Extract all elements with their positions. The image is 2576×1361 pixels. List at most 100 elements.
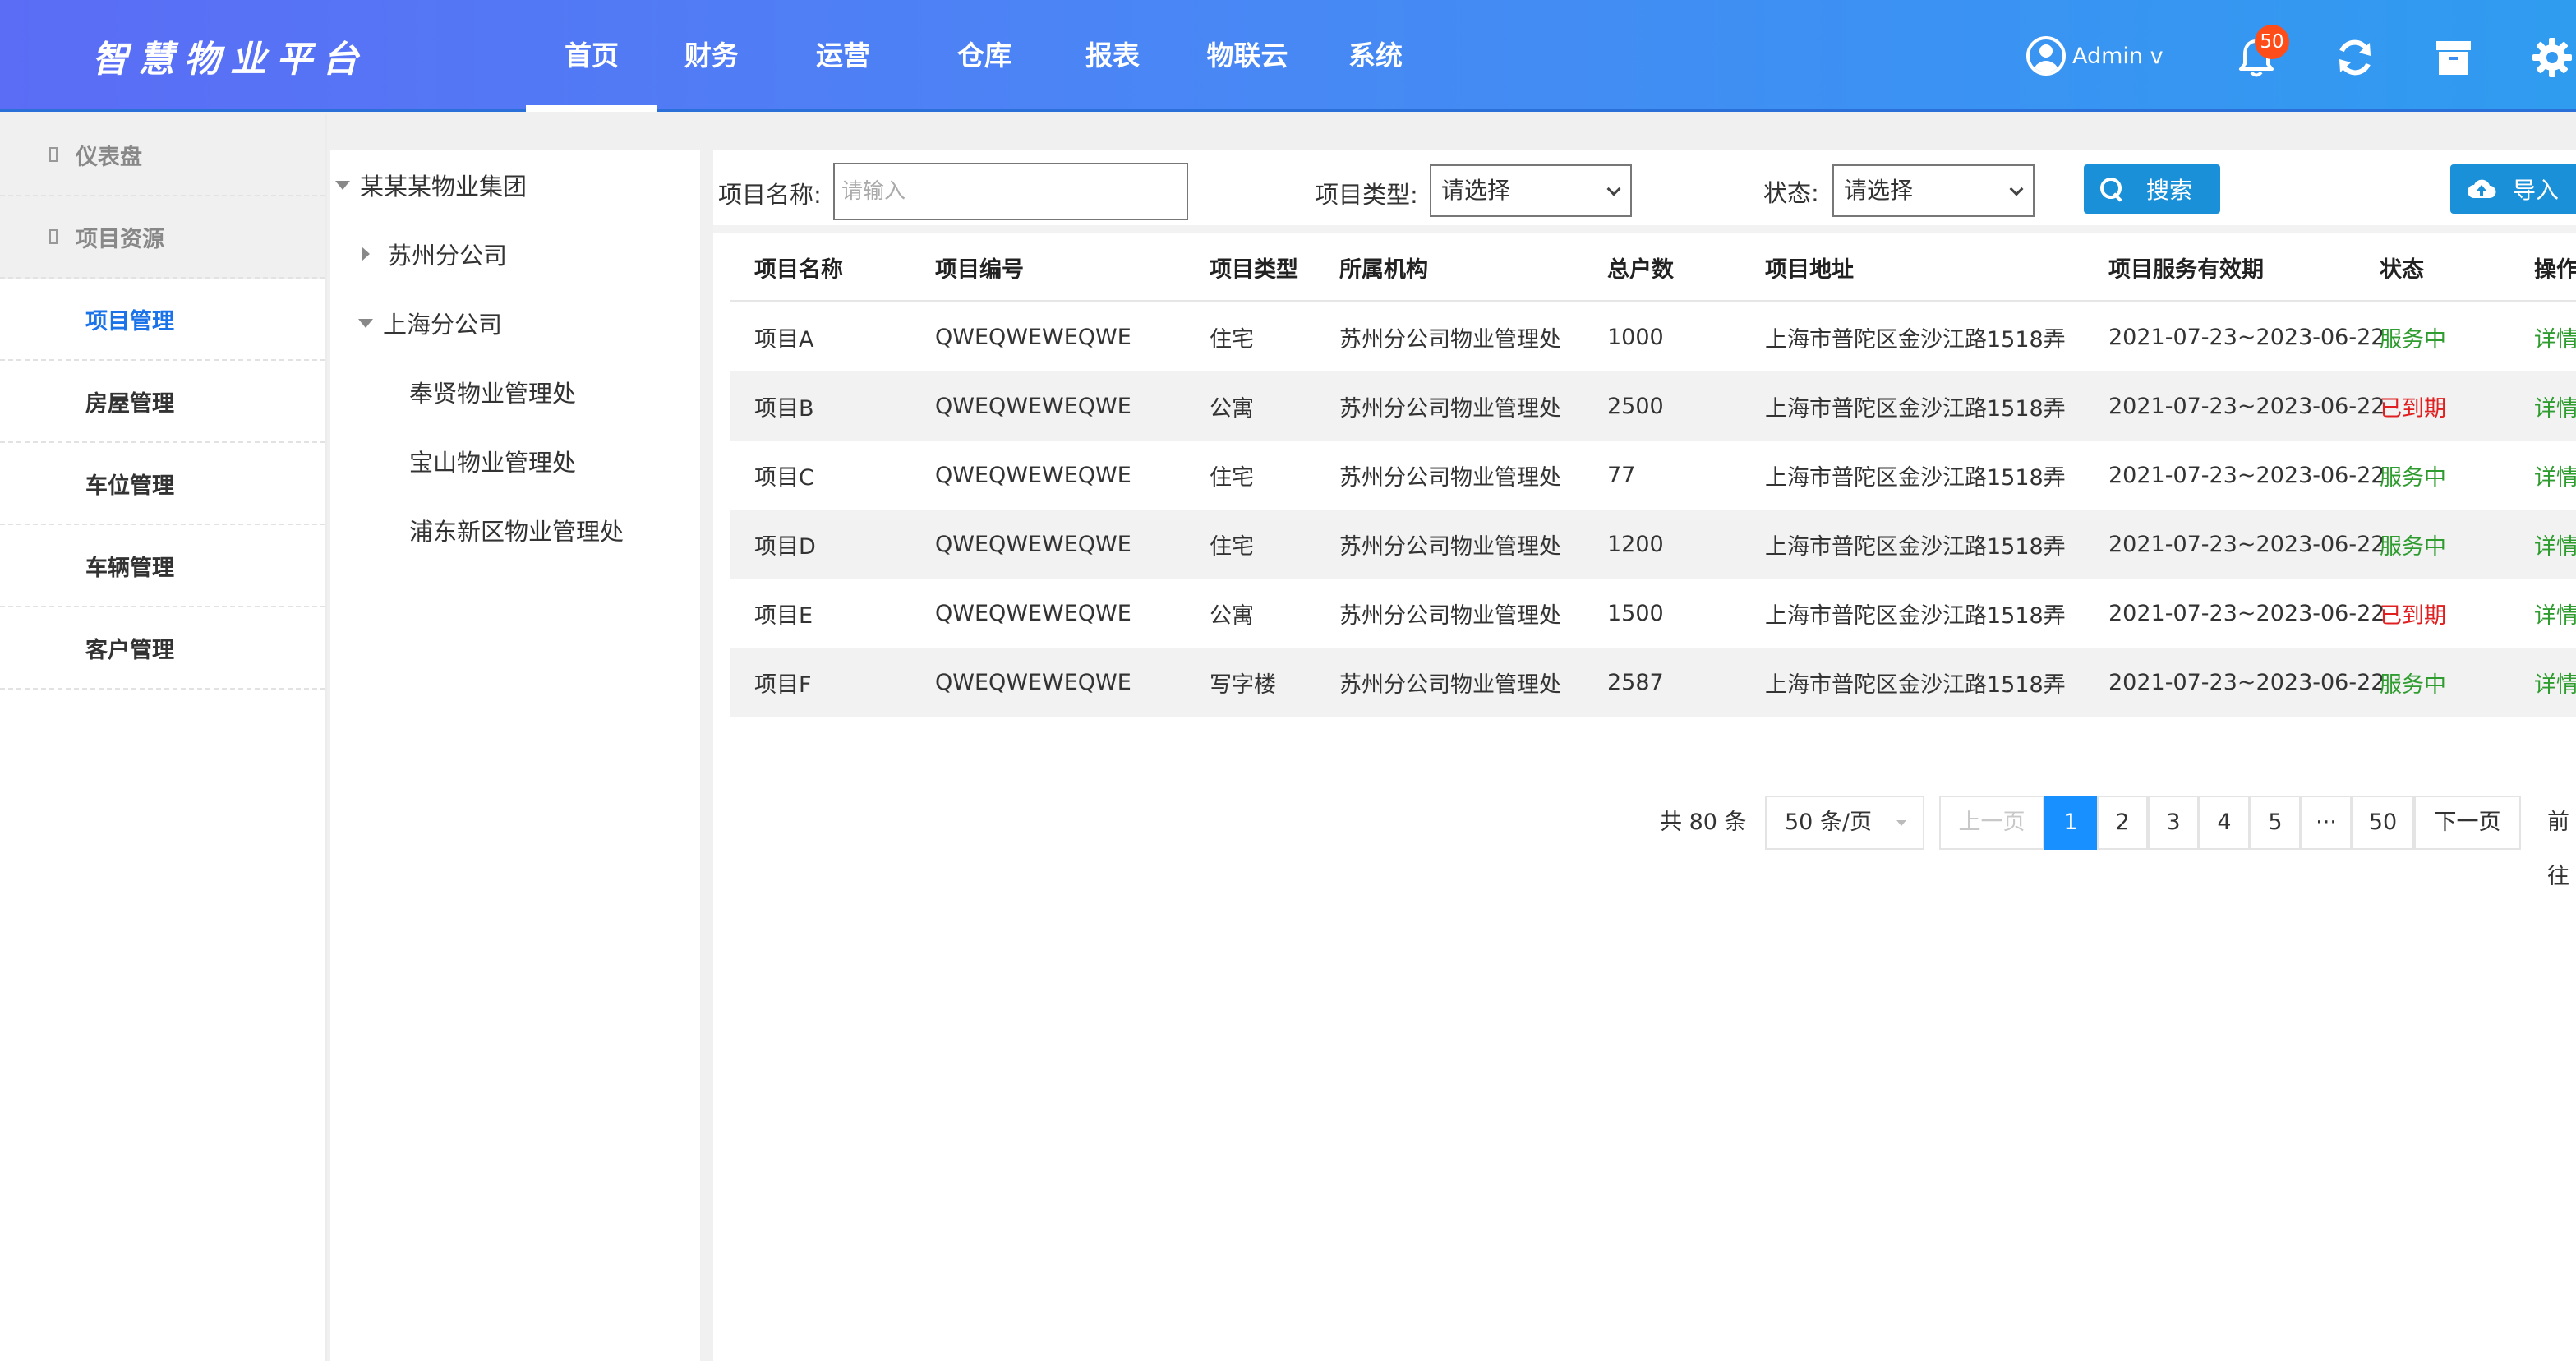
table-row[interactable]: 项目F QWEQWEWEQWE 写字楼 苏州分公司物业管理处 2587 上海市普… [730,648,2576,717]
cell-service-period: 2021-07-23~2023-06-22 [2108,669,2385,695]
cell-organization: 苏州分公司物业管理处 [1339,533,1561,560]
sidebar-item-parking-management[interactable]: 车位管理 [0,443,325,525]
nav-iot-cloud[interactable]: 物联云 [1177,0,1318,112]
page-button[interactable]: 2 [2097,796,2148,850]
tree-node-baoshan[interactable]: 宝山物业管理处 [409,444,576,478]
page-button[interactable]: 3 [2148,796,2199,850]
table-row[interactable]: 项目A QWEQWEWEQWE 住宅 苏州分公司物业管理处 1000 上海市普陀… [730,302,2576,371]
square-icon [49,147,58,162]
cell-address: 上海市普陀区金沙江路1518弄 [1765,602,2066,629]
caret-right-icon[interactable] [362,247,370,261]
cell-organization: 苏州分公司物业管理处 [1339,464,1561,491]
table-row[interactable]: 项目D QWEQWEWEQWE 住宅 苏州分公司物业管理处 1200 上海市普陀… [730,510,2576,579]
nav-warehouse[interactable]: 仓库 [920,0,1048,112]
sidebar-group-dashboard[interactable]: 仪表盘 [0,114,325,196]
sidebar-item-vehicle-management[interactable]: 车辆管理 [0,525,325,607]
details-link[interactable]: 详情 [2534,441,2576,510]
page-button[interactable]: 1 [2044,796,2097,850]
cell-service-period: 2021-07-23~2023-06-22 [2108,600,2385,626]
cell-households: 2500 [1607,393,1664,419]
caret-down-icon[interactable] [358,318,373,328]
gear-icon[interactable] [2529,35,2575,81]
details-link[interactable]: 详情 [2534,510,2576,579]
status-select[interactable]: 请选择 [1832,164,2035,217]
page-button[interactable]: 4 [2199,796,2250,850]
search-button[interactable]: 搜索 [2084,164,2220,214]
cell-project-name: 项目C [754,464,814,491]
tree-node-label: 苏州分公司 [388,242,508,270]
details-link[interactable]: 详情 [2534,302,2576,371]
table-header: 项目名称 项目编号 项目类型 所属机构 总户数 项目地址 项目服务有效期 状态 … [730,235,2576,302]
cell-organization: 苏州分公司物业管理处 [1339,395,1561,422]
status-label: 状态: [1763,179,1819,207]
sidebar-group-project-resources[interactable]: 项目资源 [0,196,325,279]
cell-project-type: 住宅 [1210,326,1254,353]
sidebar-item-project-management[interactable]: 项目管理 [0,279,325,361]
nav-system[interactable]: 系统 [1318,0,1433,112]
cell-project-code: QWEQWEWEQWE [935,600,1131,626]
project-type-select[interactable]: 请选择 [1430,164,1632,217]
tree-node-label: 某某某物业集团 [360,173,528,201]
cell-project-type: 住宅 [1210,464,1254,491]
table-row[interactable]: 项目E QWEQWEWEQWE 公寓 苏州分公司物业管理处 1500 上海市普陀… [730,579,2576,648]
cell-households: 77 [1607,462,1636,488]
cell-address: 上海市普陀区金沙江路1518弄 [1765,533,2066,560]
details-link[interactable]: 详情 [2534,579,2576,648]
tree-node-shanghai[interactable]: 上海分公司 [358,306,502,340]
project-name-label: 项目名称: [718,181,822,209]
page-button[interactable]: 5 [2250,796,2301,850]
archive-icon[interactable] [2431,35,2477,81]
cell-service-period: 2021-07-23~2023-06-22 [2108,462,2385,488]
search-icon [2100,178,2123,201]
cloud-upload-icon [2468,179,2496,198]
caret-down-icon[interactable] [335,180,350,190]
refresh-icon[interactable] [2332,35,2378,81]
tree-node-suzhou[interactable]: 苏州分公司 [362,237,507,271]
chevron-down-icon [1606,182,1621,196]
status-badge: 服务中 [2380,464,2446,491]
project-type-label: 项目类型: [1315,181,1418,209]
cell-project-name: 项目E [754,602,813,629]
search-button-label: 搜索 [2146,177,2193,204]
details-link[interactable]: 详情 [2534,371,2576,441]
cell-address: 上海市普陀区金沙江路1518弄 [1765,671,2066,698]
user-avatar-icon [2026,36,2066,76]
tree-node-root[interactable]: 某某某物业集团 [335,168,527,202]
page-size-select[interactable]: 50 条/页 [1765,796,1924,850]
left-sidebar: 仪表盘 项目资源 项目管理 房屋管理 车位管理 车辆管理 客户管理 [0,114,327,1361]
cell-households: 1200 [1607,531,1664,557]
cell-project-type: 住宅 [1210,533,1254,560]
column-header: 项目名称 [754,257,843,283]
import-button-label: 导入 [2513,177,2560,204]
nav-home[interactable]: 首页 [526,0,657,112]
tree-node-pudong[interactable]: 浦东新区物业管理处 [409,513,624,547]
chevron-down-icon [1896,820,1906,826]
user-menu[interactable]: Admin v [2026,35,2164,77]
sidebar-group-label: 仪表盘 [76,144,142,170]
cell-project-name: 项目B [754,395,814,422]
import-button[interactable]: 导入 [2450,164,2576,214]
status-badge: 已到期 [2380,395,2446,422]
sidebar-item-house-management[interactable]: 房屋管理 [0,361,325,443]
details-link[interactable]: 详情 [2534,648,2576,717]
page-button[interactable]: 50 [2352,796,2414,850]
cell-service-period: 2021-07-23~2023-06-22 [2108,324,2385,350]
project-name-input[interactable]: 请输入 [833,163,1188,220]
sidebar-group-label: 项目资源 [76,226,164,252]
prev-page-button[interactable]: 上一页 [1939,796,2044,850]
status-badge: 服务中 [2380,533,2446,560]
table-row[interactable]: 项目C QWEQWEWEQWE 住宅 苏州分公司物业管理处 77 上海市普陀区金… [730,441,2576,510]
main-content: 项目名称: 请输入 项目类型: 请选择 状态: 请选择 搜索 导入 项目名称 项… [713,150,2576,1361]
cell-project-code: QWEQWEWEQWE [935,393,1131,419]
tree-node-fengxian[interactable]: 奉贤物业管理处 [409,375,576,409]
nav-reports[interactable]: 报表 [1048,0,1177,112]
more-pages-ellipsis[interactable]: ··· [2301,796,2352,850]
column-header: 项目地址 [1765,257,1854,283]
sidebar-item-customer-management[interactable]: 客户管理 [0,607,325,690]
table-row[interactable]: 项目B QWEQWEWEQWE 公寓 苏州分公司物业管理处 2500 上海市普陀… [730,371,2576,441]
nav-finance[interactable]: 财务 [657,0,766,112]
next-page-button[interactable]: 下一页 [2414,796,2521,850]
cell-project-code: QWEQWEWEQWE [935,324,1131,350]
nav-operations[interactable]: 运营 [766,0,920,112]
column-header: 项目类型 [1210,257,1298,283]
